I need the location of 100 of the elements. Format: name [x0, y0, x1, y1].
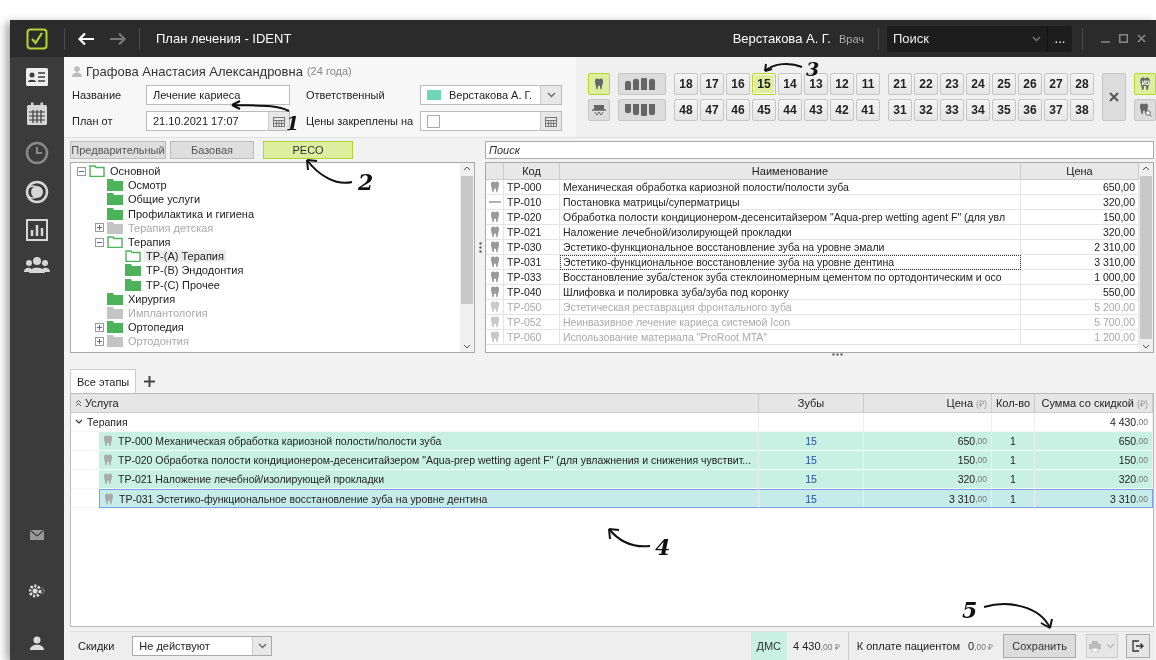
column-header[interactable]: Наименование [560, 163, 1021, 180]
search-field[interactable]: Поиск [485, 141, 1154, 159]
tree-item[interactable]: Основной [108, 165, 163, 178]
calendar-button[interactable] [540, 112, 561, 130]
exit-button[interactable] [1126, 634, 1150, 658]
close-icon[interactable] [1137, 34, 1146, 43]
settings-icon[interactable] [29, 584, 45, 598]
tooth-button[interactable]: 36 [1018, 99, 1042, 121]
clock-icon[interactable] [25, 141, 49, 165]
column-header[interactable]: Цена (₽) [864, 394, 992, 413]
tree-item[interactable]: ТР-(С) Прочее [144, 278, 222, 291]
tool-button[interactable] [618, 99, 666, 121]
table-cell[interactable]: Механическая обработка кариозной полости/полости зуба [560, 180, 1021, 195]
table-cell[interactable]: Наложение лечебной/изолирующей прокладки [560, 225, 1021, 240]
search-field[interactable]: Поиск [887, 25, 1047, 52]
back-arrow-icon[interactable] [77, 31, 95, 46]
tooth-button[interactable]: 33 [940, 99, 964, 121]
stage-tab[interactable]: Все этапы [70, 369, 137, 393]
column-header[interactable]: Цена [1021, 163, 1139, 180]
column-header[interactable]: Сумма со скидкой (₽) [1035, 394, 1153, 413]
name-field[interactable]: Лечение кариеса [146, 85, 290, 105]
tooth-button[interactable]: 27 [1044, 73, 1068, 95]
tooth-button[interactable]: 48 [674, 99, 698, 121]
tree-item[interactable]: Ортопедия [126, 321, 186, 334]
price-tab[interactable]: РЕСО [263, 141, 353, 159]
column-header[interactable]: Код [504, 163, 560, 180]
table-cell[interactable]: Восстановление зуба/стенок зуба стеклоиномерным цементом по ортодонтическим и осо [560, 270, 1021, 285]
table-cell[interactable]: Шлифовка и полировка зуба/зуба под коронку [560, 285, 1021, 300]
tree-item[interactable]: ТР-(В) Эндодонтия [144, 264, 246, 277]
date-field[interactable] [420, 111, 562, 131]
contact-card-icon[interactable] [25, 67, 49, 87]
tooth-button[interactable]: 37 [1044, 99, 1068, 121]
scroll-down-icon[interactable] [1142, 344, 1150, 349]
forward-arrow-icon[interactable] [109, 31, 127, 46]
price-tab[interactable]: Базовая [170, 141, 254, 159]
discount-dropdown[interactable]: Не действуют [132, 636, 273, 656]
expand-icon[interactable] [95, 322, 104, 332]
coin-icon[interactable] [25, 180, 49, 204]
user-icon[interactable] [30, 636, 44, 650]
calendar-icon[interactable] [26, 102, 48, 126]
tool-button[interactable] [1134, 99, 1156, 121]
collapse-icon[interactable] [95, 237, 104, 247]
tooth-button[interactable]: 46 [726, 99, 750, 121]
tooth-button[interactable]: 32 [914, 99, 938, 121]
scrollbar-thumb[interactable] [1140, 176, 1152, 339]
tool-button[interactable] [1134, 73, 1156, 95]
tooth-button[interactable]: 25 [992, 73, 1016, 95]
splitter-handle-icon[interactable] [478, 241, 482, 253]
table-cell[interactable]: Обработка полости кондиционером-десенситайзером "Aqua-prep wetting agent F" (для увл [560, 210, 1021, 225]
tree-item[interactable]: ТР-(А) Терапия [144, 250, 226, 263]
tooth-button[interactable]: 17 [700, 73, 724, 95]
tree-item[interactable]: Профилактика и гигиена [126, 207, 257, 220]
tree-item[interactable]: Терапия [126, 236, 173, 249]
collapse-all-icon[interactable] [75, 399, 82, 407]
tooth-button[interactable]: 47 [700, 99, 724, 121]
price-tab[interactable]: Предварительный [70, 141, 166, 159]
tooth-button[interactable]: 26 [1018, 73, 1042, 95]
checkbox[interactable] [427, 114, 440, 128]
tooth-button[interactable]: 18 [674, 73, 698, 95]
add-icon[interactable] [144, 375, 156, 387]
clear-button[interactable] [1102, 73, 1126, 121]
tooth-button[interactable]: 24 [966, 73, 990, 95]
column-header[interactable]: Кол-во [992, 394, 1035, 413]
column-header[interactable]: Услуга [71, 394, 759, 413]
scroll-up-icon[interactable] [1142, 166, 1150, 171]
tooth-button[interactable]: 44 [778, 99, 802, 121]
tooth-button[interactable]: 21 [888, 73, 912, 95]
tooth-button[interactable]: 43 [804, 99, 828, 121]
tooth-button[interactable]: 45 [752, 99, 776, 121]
tooth-button[interactable]: 22 [914, 73, 938, 95]
mail-icon[interactable] [30, 530, 44, 540]
chevron-down-icon[interactable] [75, 419, 83, 425]
tooth-button[interactable]: 38 [1070, 99, 1094, 121]
splitter-handle-icon[interactable] [831, 353, 843, 356]
people-icon[interactable] [24, 256, 50, 274]
scrollbar-thumb[interactable] [461, 176, 473, 304]
calendar-button[interactable] [268, 112, 289, 130]
tooth-button[interactable]: 12 [830, 73, 854, 95]
tooth-button[interactable]: 16 [726, 73, 750, 95]
tree-item[interactable]: Осмотр [126, 179, 169, 192]
table-cell[interactable]: Эстетико-функциональное восстановление зуба на уровне дентина [560, 255, 1021, 270]
tree-item[interactable]: Общие услуги [126, 193, 203, 206]
tooth-button[interactable]: 28 [1070, 73, 1094, 95]
scroll-up-icon[interactable] [463, 166, 471, 171]
maximize-icon[interactable] [1119, 34, 1128, 43]
tooth-button[interactable]: 42 [830, 99, 854, 121]
collapse-icon[interactable] [77, 166, 86, 176]
tooth-button[interactable]: 35 [992, 99, 1016, 121]
save-button[interactable]: Сохранить [1003, 634, 1076, 658]
tooth-button[interactable]: 23 [940, 73, 964, 95]
tooth-button[interactable]: 14 [778, 73, 802, 95]
tooth-button[interactable]: 34 [966, 99, 990, 121]
tooth-button[interactable]: 31 [888, 99, 912, 121]
tool-button[interactable] [618, 73, 666, 95]
tool-button[interactable] [588, 73, 610, 95]
tooth-button[interactable]: 11 [856, 73, 880, 95]
table-cell[interactable]: Постановка матрицы/суперматрицы [560, 195, 1021, 210]
chart-icon[interactable] [26, 219, 48, 241]
more-button[interactable]: ... [1047, 25, 1072, 52]
responsible-dropdown[interactable]: Верстакова А. Г. [420, 85, 562, 105]
